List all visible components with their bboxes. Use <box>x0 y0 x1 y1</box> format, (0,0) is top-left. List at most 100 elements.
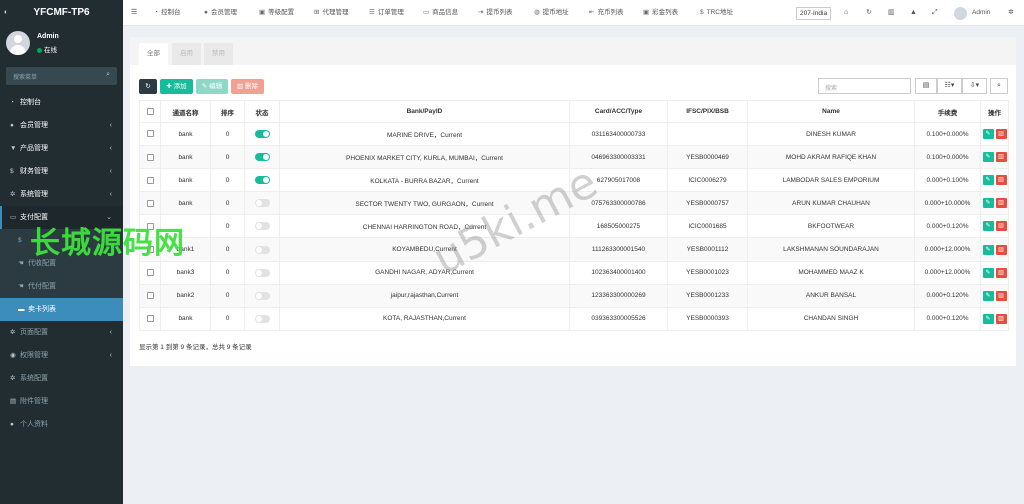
sidebar-item-system-config[interactable]: ✲ 系统配置 <box>0 367 123 390</box>
advanced-search-button[interactable]: ⌕ <box>990 78 1008 94</box>
sidebar-item-system-manage[interactable]: ✲ 系统管理 ‹ <box>0 183 123 206</box>
row-delete-button[interactable]: ▥ <box>995 175 1007 186</box>
sidebar-item-profile[interactable]: ● 个人资料 <box>0 413 123 436</box>
status-toggle[interactable] <box>254 153 270 162</box>
row-edit-button[interactable]: ✎ <box>982 290 994 301</box>
topnav-levels[interactable]: ▣ 等级配置 <box>259 0 294 26</box>
col-header-bank[interactable]: Bank/PayID <box>279 100 570 123</box>
add-button[interactable]: ✚ 添加 <box>160 79 193 94</box>
row-delete-button[interactable]: ▥ <box>995 152 1007 163</box>
tab-disabled[interactable]: 禁用 <box>204 43 233 65</box>
status-toggle[interactable] <box>254 222 270 231</box>
status-toggle[interactable] <box>254 314 270 323</box>
topnav-label: 充币列表 <box>597 9 624 16</box>
sidebar-item-members[interactable]: ● 会员管理 ‹ <box>0 114 123 137</box>
toggle-view-button[interactable]: ▤ <box>915 78 937 94</box>
status-toggle[interactable] <box>254 176 270 185</box>
row-checkbox[interactable] <box>146 176 154 184</box>
home-icon[interactable]: ⌂ <box>844 0 848 26</box>
lock-icon[interactable]: ▲ <box>910 0 917 26</box>
col-header-card[interactable]: Card/ACC/Type <box>569 100 668 123</box>
topnav-deposit-list[interactable]: ⇤ 充币列表 <box>589 0 623 26</box>
row-checkbox[interactable] <box>146 199 154 207</box>
row-checkbox[interactable] <box>146 153 154 161</box>
row-delete-button[interactable]: ▥ <box>995 267 1007 278</box>
col-header-fee[interactable]: 手续费 <box>914 100 981 123</box>
fullscreen-icon[interactable]: ⤢ <box>932 0 938 26</box>
row-edit-button[interactable]: ✎ <box>982 129 994 140</box>
row-checkbox[interactable] <box>146 130 154 138</box>
topnav-dashboard[interactable]: ◔ 控制台 <box>154 0 180 26</box>
table-search-input[interactable]: 搜索 <box>818 78 911 94</box>
tab-all[interactable]: 全部 <box>139 43 168 65</box>
row-edit-button[interactable]: ✎ <box>982 152 994 163</box>
sidebar-item-permissions[interactable]: ◉ 权限管理 ‹ <box>0 344 123 367</box>
topnav-withdraw-list[interactable]: ⇥ 提币列表 <box>478 0 512 26</box>
topnav-orders[interactable]: ☰ 订单管理 <box>369 0 404 26</box>
col-header-ifsc[interactable]: IFSC/PIX/BSB <box>667 100 748 123</box>
status-toggle[interactable] <box>254 199 270 208</box>
select-all-checkbox[interactable] <box>146 107 154 115</box>
row-edit-button[interactable]: ✎ <box>982 313 994 324</box>
col-header-channel[interactable]: 通道名称 <box>160 100 211 123</box>
sidebar-item-products[interactable]: ▼ 产品管理 ‹ <box>0 137 123 160</box>
menu-toggle-icon[interactable]: ☰ <box>131 0 137 26</box>
row-select-cell[interactable] <box>139 168 161 193</box>
status-toggle[interactable] <box>254 245 270 254</box>
row-edit-button[interactable]: ✎ <box>982 175 994 186</box>
row-delete-button[interactable]: ▥ <box>995 313 1007 324</box>
edit-button[interactable]: ✎ 编辑 <box>196 79 228 94</box>
row-checkbox[interactable] <box>146 315 154 323</box>
delete-button[interactable]: ▥ 删除 <box>231 79 264 94</box>
row-checkbox[interactable] <box>146 292 154 300</box>
row-delete-button[interactable]: ▥ <box>995 221 1007 232</box>
topnav-agents[interactable]: ⊞ 代理管理 <box>314 0 348 26</box>
sidebar-item-dashboard[interactable]: ◔ 控制台 <box>0 91 123 114</box>
brand[interactable]: ◐ YFCMF-TP6 <box>0 0 123 26</box>
header-admin-name[interactable]: Admin <box>972 0 990 26</box>
col-header-sort[interactable]: 排序 <box>210 100 245 123</box>
language-select[interactable]: 207-India <box>796 7 832 20</box>
export-dropdown-button[interactable]: ⇩▾ <box>962 78 987 94</box>
row-delete-button[interactable]: ▥ <box>995 129 1007 140</box>
refresh-icon[interactable]: ↻ <box>866 0 872 26</box>
trash-icon[interactable]: ▥ <box>888 0 895 26</box>
topnav-bonus-list[interactable]: ▣ 彩金列表 <box>643 0 678 26</box>
row-edit-button[interactable]: ✎ <box>982 267 994 278</box>
tab-enabled[interactable]: 启用 <box>172 43 201 65</box>
topnav-withdraw-address[interactable]: ◍ 提币地址 <box>534 0 569 26</box>
row-select-cell[interactable] <box>139 260 161 285</box>
status-toggle[interactable] <box>254 268 270 277</box>
topnav-trc-address[interactable]: $ TRC地址 <box>700 0 733 26</box>
select-all-cell[interactable] <box>139 100 161 123</box>
col-header-name[interactable]: Name <box>747 100 915 123</box>
sidebar-item-finance[interactable]: $ 财务管理 ‹ <box>0 160 123 183</box>
row-select-cell[interactable] <box>139 191 161 216</box>
row-checkbox[interactable] <box>146 269 154 276</box>
sidebar-subitem-payout-config[interactable]: ☚ 代付配置 <box>0 275 123 298</box>
sidebar-search-input[interactable]: 搜索菜单 ⌕ <box>6 67 117 85</box>
row-select-cell[interactable] <box>139 283 161 308</box>
col-header-status[interactable]: 状态 <box>244 100 280 123</box>
row-select-cell[interactable] <box>139 306 161 331</box>
topnav-members[interactable]: ● 会员管理 <box>204 0 237 26</box>
topnav-goods[interactable]: ▭ 商品信息 <box>423 0 458 26</box>
row-delete-button[interactable]: ▥ <box>995 198 1007 209</box>
row-edit-button[interactable]: ✎ <box>982 244 994 255</box>
row-edit-button[interactable]: ✎ <box>982 198 994 209</box>
status-toggle[interactable] <box>254 291 270 300</box>
gears-icon[interactable]: ✲ <box>1008 0 1014 26</box>
search-icon[interactable]: ⌕ <box>106 71 110 79</box>
row-select-cell[interactable] <box>139 121 161 147</box>
columns-dropdown-button[interactable]: ☷▾ <box>937 78 962 94</box>
row-delete-button[interactable]: ▥ <box>995 290 1007 301</box>
row-delete-button[interactable]: ▥ <box>995 244 1007 255</box>
status-toggle[interactable] <box>254 130 270 139</box>
refresh-button[interactable]: ↻ <box>139 79 157 94</box>
sidebar-item-attachments[interactable]: ▤ 附件管理 <box>0 390 123 413</box>
sidebar-item-page-config[interactable]: ✲ 页面配置 ‹ <box>0 321 123 344</box>
row-edit-button[interactable]: ✎ <box>982 221 994 232</box>
row-select-cell[interactable] <box>139 145 161 170</box>
sidebar-subitem-card-list[interactable]: ▬ 卖卡列表 <box>0 298 123 321</box>
header-avatar[interactable] <box>954 7 967 20</box>
